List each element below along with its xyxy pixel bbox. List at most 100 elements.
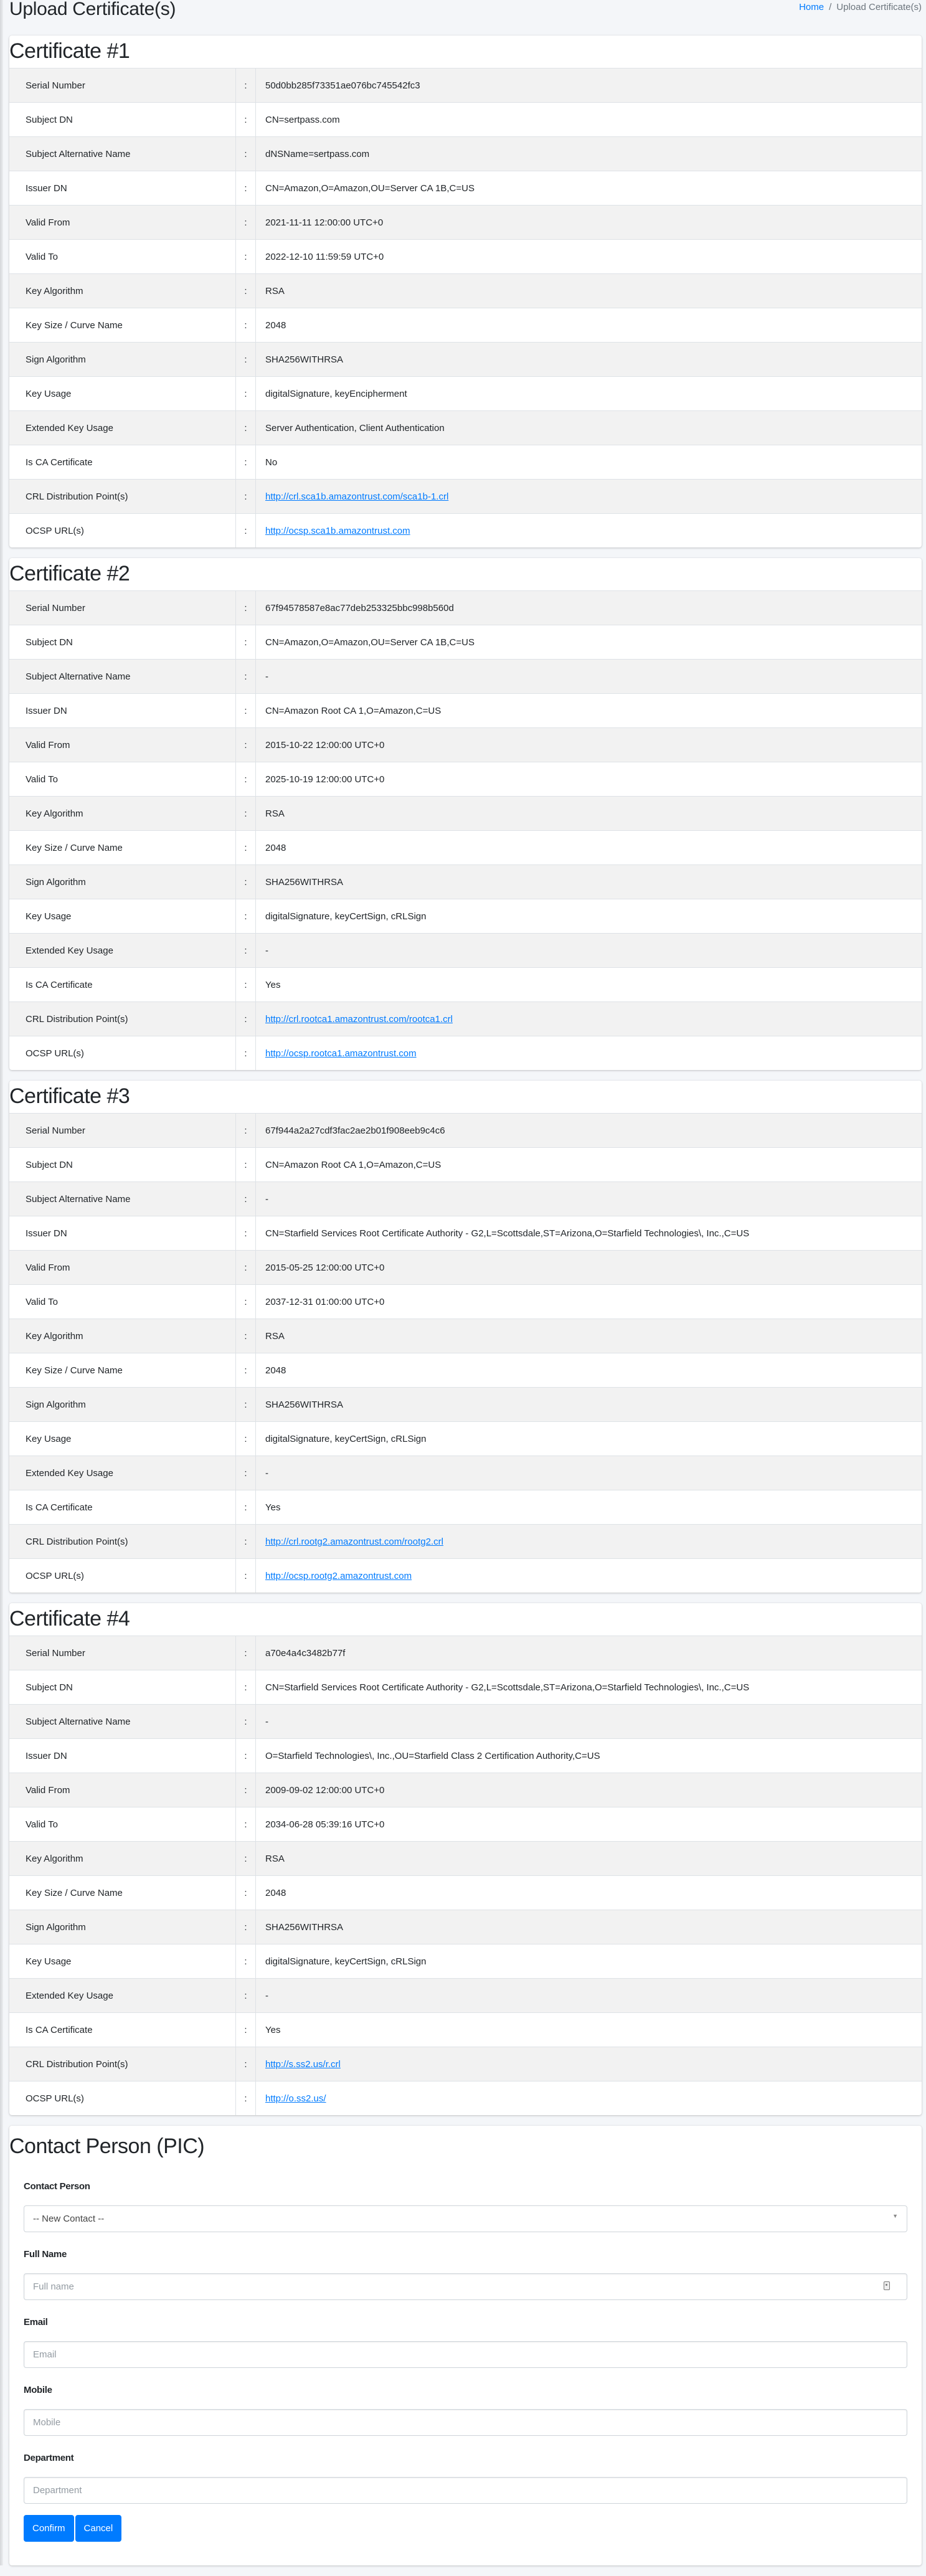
field-label: Subject Alternative Name [9,136,236,171]
field-separator: : [235,342,256,377]
field-value-cell: RSA [255,1319,922,1353]
table-row: Key Usage: digitalSignature, keyCertSign,… [9,1421,922,1456]
department-group: Department [24,2450,907,2504]
ocsp-link[interactable]: http://ocsp.rootg2.amazontrust.com [265,1571,412,1581]
crl-link[interactable]: http://s.ss2.us/r.crl [265,2059,341,2070]
field-separator: : [235,1773,256,1807]
confirm-button[interactable]: Confirm [24,2515,74,2542]
field-separator: : [235,830,256,865]
field-separator: : [235,205,256,240]
breadcrumb-current: Upload Certificate(s) [836,2,922,12]
table-row: OCSP URL(s): http://ocsp.sca1b.amazontrus… [9,513,922,547]
field-label: Subject DN [9,1147,236,1182]
field-value-cell: 2021-11-11 12:00:00 UTC+0 [255,205,922,240]
field-value: 2048 [265,320,286,331]
field-separator: : [235,1670,256,1705]
field-separator: : [235,625,256,660]
field-separator: : [235,864,256,899]
field-label: Subject DN [9,625,236,660]
table-row: Extended Key Usage: - [9,933,922,968]
field-separator: : [235,1216,256,1251]
table-row: Issuer DN: O=Starfield Technologies\, Inc… [9,1738,922,1773]
table-row: Key Usage: digitalSignature, keyCertSign,… [9,1944,922,1979]
table-row: Subject DN: CN=Amazon Root CA 1,O=Amazon,… [9,1147,922,1182]
table-row: Valid From:2021-11-11 12:00:00 UTC+0 [9,205,922,240]
certificate-card: Certificate #3 Serial Number:67f944a2a27c… [9,1081,922,1593]
field-value: digitalSignature, keyEncipherment [265,388,407,399]
field-value: RSA [265,808,285,819]
field-label: Is CA Certificate [9,1490,236,1525]
cancel-button[interactable]: Cancel [75,2515,122,2542]
field-separator: : [235,102,256,137]
table-row: Subject Alternative Name: - [9,1181,922,1216]
crl-link[interactable]: http://crl.rootg2.amazontrust.com/rootg2… [265,1537,443,1547]
field-separator: : [235,1284,256,1319]
table-row: Valid From:2015-10-22 12:00:00 UTC+0 [9,727,922,762]
full-name-input[interactable] [24,2273,907,2300]
table-row: Subject DN: CN=Starfield Services Root Ce… [9,1670,922,1705]
contact-person-select[interactable]: -- New Contact -- ▼ [24,2205,907,2232]
field-value-cell: O=Starfield Technologies\, Inc.,OU=Starf… [255,1738,922,1773]
field-value-cell: CN=Amazon,O=Amazon,OU=Server CA 1B,C=US [255,171,922,206]
field-value: CN=Amazon,O=Amazon,OU=Server CA 1B,C=US [265,182,475,194]
field-value: - [265,671,268,682]
field-label: Is CA Certificate [9,967,236,1002]
table-row: Serial Number:67f94578587e8ac77deb253325… [9,591,922,625]
field-separator: : [235,1319,256,1353]
table-row: Subject Alternative Name: - [9,659,922,694]
email-group: Email [24,2314,907,2368]
table-row: Key Size / Curve Name:2048 [9,830,922,865]
field-value: Yes [265,2024,281,2035]
field-value-cell: Yes [255,2012,922,2047]
field-value-cell: 2009-09-02 12:00:00 UTC+0 [255,1773,922,1807]
field-label: Valid To [9,762,236,797]
field-label: Serial Number [9,1114,236,1148]
field-value: 2009-09-02 12:00:00 UTC+0 [265,1784,385,1796]
field-value-cell: - [255,1181,922,1216]
field-separator: : [235,1807,256,1842]
field-label: Issuer DN [9,693,236,728]
field-label: Key Algorithm [9,1841,236,1876]
ocsp-link[interactable]: http://ocsp.sca1b.amazontrust.com [265,526,410,536]
field-label: Key Size / Curve Name [9,308,236,343]
field-label: Key Usage [9,899,236,934]
field-label: Key Size / Curve Name [9,1875,236,1910]
ocsp-link[interactable]: http://o.ss2.us/ [265,2093,326,2104]
contact-card-title: Contact Person (PIC) [9,2134,205,2158]
email-input[interactable] [24,2341,907,2368]
field-value-cell: - [255,933,922,968]
field-value-cell: SHA256WITHRSA [255,864,922,899]
field-value-cell: 2034-06-28 05:39:16 UTC+0 [255,1807,922,1842]
contact-person-label: Contact Person [24,2181,90,2192]
field-label: Key Size / Curve Name [9,830,236,865]
field-label: Valid To [9,239,236,274]
field-value: digitalSignature, keyCertSign, cRLSign [265,1433,427,1444]
department-input[interactable] [24,2477,907,2504]
table-row: CRL Distribution Point(s): http://crl.roo… [9,1002,922,1036]
field-separator: : [235,727,256,762]
field-separator: : [235,1910,256,1944]
field-separator: : [235,239,256,274]
field-value-cell: - [255,1456,922,1490]
crl-link[interactable]: http://crl.rootca1.amazontrust.com/rootc… [265,1014,453,1025]
table-row: Extended Key Usage: Server Authentication… [9,410,922,445]
field-separator: : [235,1181,256,1216]
crl-link[interactable]: http://crl.sca1b.amazontrust.com/sca1b-1… [265,491,448,502]
field-value-cell: 50d0bb285f73351ae076bc745542fc3 [255,69,922,103]
certificate-title: Certificate #3 [9,1081,922,1114]
breadcrumb-home-link[interactable]: Home [799,2,824,12]
field-label: Issuer DN [9,1738,236,1773]
field-label: Is CA Certificate [9,2012,236,2047]
field-value-cell: SHA256WITHRSA [255,342,922,377]
table-row: OCSP URL(s): http://o.ss2.us/ [9,2081,922,2115]
field-label: Key Usage [9,1421,236,1456]
ocsp-link[interactable]: http://ocsp.rootca1.amazontrust.com [265,1048,417,1059]
field-separator: : [235,479,256,514]
table-row: OCSP URL(s): http://ocsp.rootca1.amazontr… [9,1036,922,1070]
autofill-contact-icon[interactable] [884,2281,890,2290]
mobile-label: Mobile [24,2385,52,2395]
field-separator: : [235,171,256,206]
field-label: Key Size / Curve Name [9,1353,236,1388]
mobile-input[interactable] [24,2409,907,2436]
field-value-cell: http://ocsp.rootca1.amazontrust.com [255,1036,922,1070]
